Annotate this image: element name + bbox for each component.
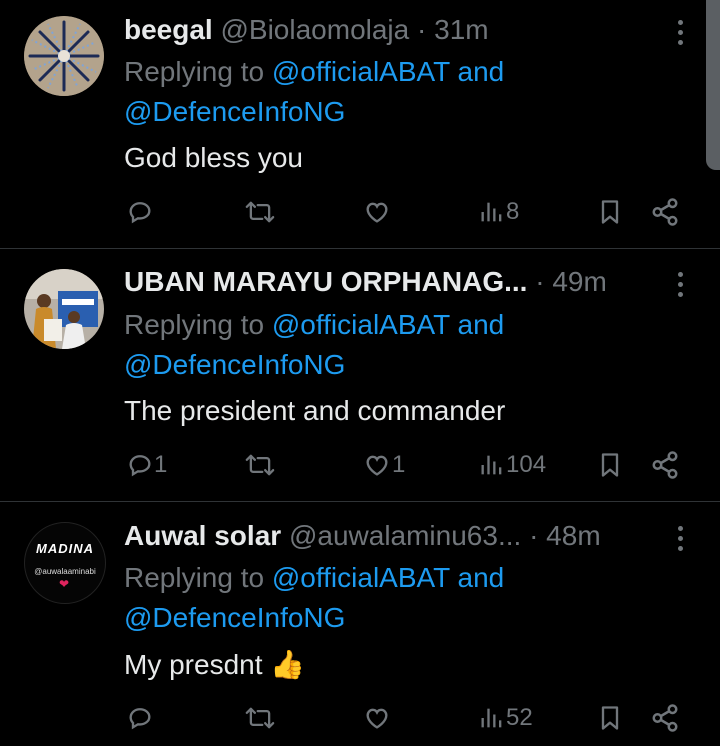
views-button[interactable]: 52 [478,698,533,738]
views-count: 8 [506,198,520,225]
heart-icon: ❤ [59,577,70,591]
separator-dot: · [417,14,427,45]
like-button[interactable]: 1 [362,445,405,485]
more-icon[interactable] [668,521,692,555]
views-button[interactable]: 104 [478,445,546,485]
retweet-button[interactable] [244,445,276,485]
share-icon [652,704,678,732]
mention-link[interactable]: @DefenceInfoNG [124,602,345,633]
more-icon[interactable] [668,267,692,301]
avatar-image [24,269,104,349]
mention-link[interactable]: @officialABAT [272,309,450,340]
reply-button[interactable] [126,192,154,232]
user-handle[interactable]: @Biolaomolaja [220,14,409,45]
tweet-1[interactable]: beegal @Biolaomolaja · 31m Replying to @… [0,0,720,248]
views-icon [481,202,502,222]
replying-prefix: Replying to [124,309,265,340]
reply-icon [129,708,151,730]
bookmark-button[interactable] [596,698,624,738]
replying-prefix: Replying to [124,56,265,87]
tweet-2[interactable]: UBAN MARAYU ORPHANAG... · 49m Replying t… [0,249,720,501]
reply-icon [129,455,151,477]
tweet-text: My presdnt 👍 [124,649,306,680]
display-name[interactable]: Auwal solar [124,520,281,551]
replying-to: Replying to @officialABAT and @DefenceIn… [124,558,504,638]
tweet-3[interactable]: MADINA @auwalaaminabi ❤ Auwal solar @auw… [0,502,720,746]
bookmark-button[interactable] [596,445,624,485]
share-button[interactable] [650,192,680,232]
separator-dot: · [535,266,545,297]
share-button[interactable] [650,445,680,485]
timestamp[interactable]: 31m [434,14,488,45]
share-icon [652,198,678,226]
retweet-button[interactable] [244,698,276,738]
separator-dot: · [529,520,539,551]
tweet-text: The president and commander [124,395,506,426]
views-count: 52 [506,704,533,731]
reply-count: 1 [154,451,168,478]
timestamp[interactable]: 48m [546,520,600,551]
like-count: 1 [392,451,406,478]
and-word: and [457,56,505,87]
like-button[interactable] [362,698,392,738]
display-name[interactable]: UBAN MARAYU ORPHANAG... [124,266,527,297]
replying-prefix: Replying to [124,562,265,593]
replying-to: Replying to @officialABAT and @DefenceIn… [124,52,504,132]
avatar-label: MADINA [36,541,94,556]
avatar-sublabel: @auwalaaminabi [34,567,96,576]
and-word: and [457,309,505,340]
mention-link[interactable]: @DefenceInfoNG [124,349,345,380]
tweet-header: Auwal solar @auwalaminu63... · 48m [124,519,660,553]
views-icon [481,455,502,475]
reply-button[interactable]: 1 [126,445,167,485]
more-icon[interactable] [668,15,692,49]
share-icon [652,451,678,479]
like-button[interactable] [362,192,392,232]
reply-button[interactable] [126,698,154,738]
mention-link[interactable]: @officialABAT [272,56,450,87]
bookmark-button[interactable] [596,192,624,232]
retweet-button[interactable] [244,192,276,232]
avatar[interactable] [24,269,104,349]
views-button[interactable]: 8 [478,192,519,232]
display-name[interactable]: beegal [124,14,213,45]
avatar[interactable] [24,16,104,96]
bookmark-icon [601,706,619,730]
avatar-image [24,16,104,96]
action-bar: 1 1 104 [0,445,720,485]
replying-to: Replying to @officialABAT and @DefenceIn… [124,305,504,385]
like-icon [366,455,388,476]
bookmark-icon [601,200,619,224]
user-handle[interactable]: @auwalaminu63... [289,520,521,551]
like-icon [366,202,388,223]
views-count: 104 [506,451,547,478]
mention-link[interactable]: @officialABAT [272,562,450,593]
views-icon [481,708,502,728]
avatar[interactable]: MADINA @auwalaaminabi ❤ [24,522,106,604]
bookmark-icon [601,453,619,477]
retweet-icon [245,707,275,729]
share-button[interactable] [650,698,680,738]
reply-icon [129,202,151,224]
like-icon [366,708,388,729]
action-bar: 8 [0,192,720,232]
retweet-icon [245,454,275,476]
retweet-icon [245,201,275,223]
action-bar: 52 [0,698,720,738]
tweet-text: God bless you [124,142,303,173]
tweet-header: UBAN MARAYU ORPHANAG... · 49m [124,265,660,299]
and-word: and [457,562,505,593]
tweet-header: beegal @Biolaomolaja · 31m [124,13,660,47]
mention-link[interactable]: @DefenceInfoNG [124,96,345,127]
timestamp[interactable]: 49m [552,266,606,297]
